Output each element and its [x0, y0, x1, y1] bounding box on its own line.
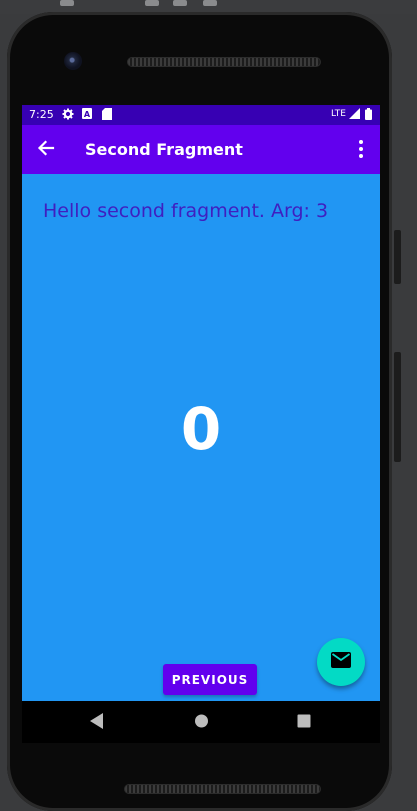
network-type-label: LTE [331, 109, 346, 119]
toolbar-button[interactable] [203, 0, 217, 6]
back-triangle-icon[interactable] [90, 713, 104, 733]
toolbar-button[interactable] [60, 0, 74, 6]
settings-icon [62, 108, 74, 124]
toolbar-button[interactable] [173, 0, 187, 6]
signal-icon [349, 108, 360, 123]
more-vert-icon[interactable] [354, 137, 368, 161]
navigation-bar [22, 701, 380, 743]
top-speaker-grille [127, 57, 321, 67]
a-icon: A [82, 108, 92, 123]
front-camera [64, 52, 82, 70]
back-arrow-icon[interactable] [36, 138, 56, 158]
toolbar-button[interactable] [145, 0, 159, 6]
previous-button[interactable]: PREVIOUS [163, 664, 257, 695]
bottom-speaker-grille [124, 784, 321, 794]
app-bar: Second Fragment [22, 125, 380, 174]
status-time: 7:25 [29, 108, 54, 121]
battery-icon [365, 108, 372, 124]
email-icon [331, 652, 351, 672]
volume-button [394, 352, 401, 462]
home-circle-icon[interactable] [194, 713, 209, 733]
recents-square-icon[interactable] [297, 713, 311, 733]
status-bar: 7:25 A LTE [22, 105, 380, 125]
svg-text:A: A [84, 110, 91, 119]
hello-text: Hello second fragment. Arg: 3 [43, 200, 329, 222]
sd-card-icon [102, 108, 112, 124]
app-bar-title: Second Fragment [85, 140, 243, 159]
device-screen: 7:25 A LTE Second Fragment Hello second … [22, 105, 380, 701]
power-button [394, 230, 401, 284]
counter-value: 0 [180, 395, 222, 463]
email-fab[interactable] [317, 638, 365, 686]
